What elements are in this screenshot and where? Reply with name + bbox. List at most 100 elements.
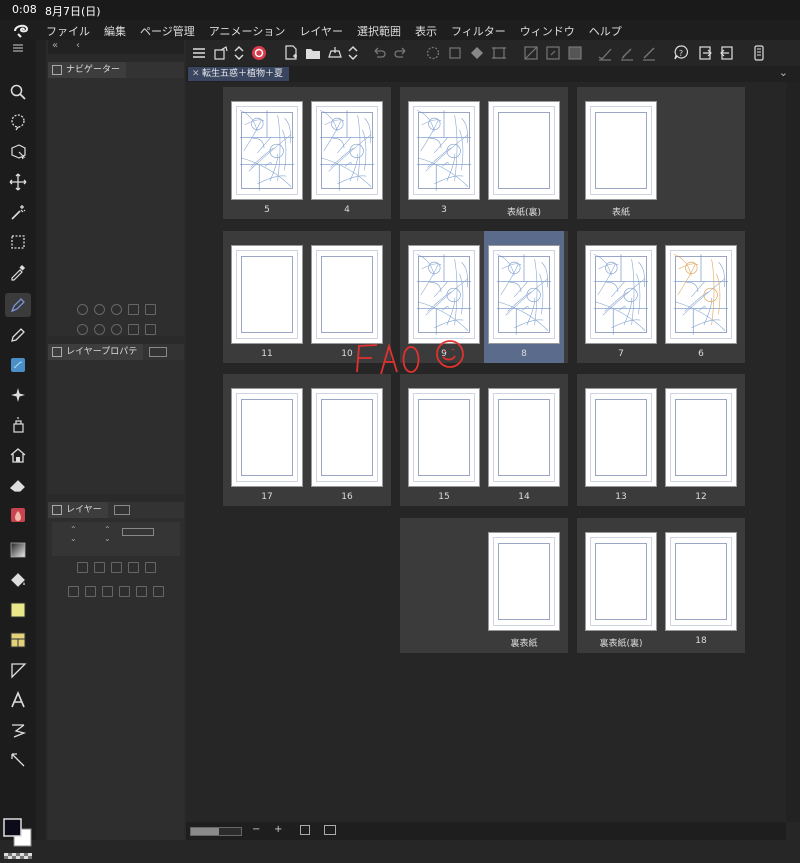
page-spread[interactable]: 17 16 [223, 374, 391, 506]
brush-pen-icon[interactable] [618, 44, 636, 62]
page-thumbnail[interactable] [408, 245, 480, 344]
help-icon[interactable]: ? [672, 44, 690, 62]
menu-item-4[interactable]: レイヤー [299, 23, 343, 39]
chevron-left-icon[interactable]: ‹ [76, 40, 80, 51]
import-icon[interactable] [718, 44, 736, 62]
flip-vertical-icon[interactable] [144, 323, 156, 335]
menu-item-5[interactable]: 選択範囲 [357, 23, 401, 39]
fill-selection-icon[interactable] [468, 44, 486, 62]
page-spread[interactable]: 76 [577, 231, 745, 363]
watercolor-icon[interactable] [5, 353, 31, 377]
navigator-tab[interactable]: ナビゲーター [48, 62, 127, 78]
page-spread[interactable]: 裏表紙 [400, 518, 568, 653]
layer-panel-header[interactable]: レイヤー [48, 502, 184, 518]
history-icon[interactable] [113, 505, 130, 515]
menu-item-7[interactable]: フィルター [451, 23, 506, 39]
rotate-left-icon[interactable] [76, 323, 88, 335]
chevron-updown-icon[interactable] [230, 44, 248, 62]
angle-pen-icon[interactable] [640, 44, 658, 62]
rotate-reset-icon[interactable] [110, 323, 122, 335]
opacity-stepper[interactable]: ⌃ ⌄ [104, 525, 111, 543]
page-view-icon[interactable] [324, 825, 336, 835]
blend-icon[interactable] [5, 503, 31, 527]
page-thumbnail[interactable] [231, 388, 303, 487]
layer-property-tab[interactable]: レイヤープロパテ [48, 344, 144, 360]
line-correction-icon[interactable] [5, 748, 31, 772]
search-icon[interactable] [5, 80, 31, 104]
balloon-icon[interactable] [5, 718, 31, 742]
new-document-icon[interactable] [282, 44, 300, 62]
page-thumbnail[interactable] [311, 388, 383, 487]
fit-icon[interactable] [127, 303, 139, 315]
panel-collapse-bar[interactable]: « ‹ [48, 40, 184, 54]
menu-item-2[interactable]: ページ管理 [140, 23, 195, 39]
menu-item-1[interactable]: 編集 [104, 23, 126, 39]
menu-item-0[interactable]: ファイル [46, 23, 90, 39]
gradient-icon[interactable] [5, 538, 31, 562]
page-spread[interactable]: 裏表紙(裏) 18 [577, 518, 745, 653]
layer-tab[interactable]: レイヤー [48, 502, 108, 518]
magic-wand-icon[interactable] [5, 200, 31, 224]
menu-item-9[interactable]: ヘルプ [589, 23, 622, 39]
trash-icon[interactable] [153, 585, 164, 597]
airbrush-icon[interactable] [5, 413, 31, 437]
page-thumbnail[interactable] [665, 532, 737, 631]
page-thumbnail[interactable] [231, 101, 303, 200]
open-tool-icon[interactable] [212, 44, 230, 62]
decoration-icon[interactable] [5, 443, 31, 467]
page-thumbnail[interactable] [665, 388, 737, 487]
move-icon[interactable] [5, 170, 31, 194]
object-select-icon[interactable] [5, 140, 31, 164]
zoom-in-button[interactable]: + [274, 824, 282, 835]
page-thumbnail[interactable] [408, 388, 480, 487]
menu-item-8[interactable]: ウィンドウ [520, 23, 575, 39]
export-icon[interactable] [696, 44, 714, 62]
duplicate-icon[interactable] [119, 585, 130, 597]
lasso-icon[interactable] [5, 110, 31, 134]
page-thumbnail[interactable] [585, 245, 657, 344]
zoom-reset-icon[interactable] [110, 303, 122, 315]
lock-icon[interactable] [110, 561, 122, 573]
new-folder-icon[interactable] [85, 585, 96, 597]
rotate-right-icon[interactable] [93, 323, 105, 335]
page-spread[interactable]: 3 表紙(裏) [400, 87, 568, 219]
menu-item-6[interactable]: 表示 [415, 23, 437, 39]
page-thumbnail[interactable] [585, 532, 657, 631]
sparkle-icon[interactable] [5, 383, 31, 407]
hamburger-icon[interactable] [190, 44, 208, 62]
figure-icon[interactable] [5, 598, 31, 622]
check-pen-icon[interactable] [596, 44, 614, 62]
flip-horizontal-icon[interactable] [127, 323, 139, 335]
reference-icon[interactable] [93, 561, 105, 573]
page-thumbnail[interactable] [408, 101, 480, 200]
blend-mode-stepper[interactable]: ⌃ ⌄ [70, 525, 77, 543]
page-thumbnail[interactable] [665, 245, 737, 344]
layer-property-panel-header[interactable]: レイヤープロパテ [48, 344, 184, 360]
page-thumbnail[interactable] [585, 388, 657, 487]
zoom-in-icon[interactable] [93, 303, 105, 315]
page-thumbnail[interactable] [311, 101, 383, 200]
page-spread[interactable]: 表紙 [577, 87, 745, 219]
logo-icon[interactable] [12, 22, 32, 38]
ruler-icon[interactable] [5, 658, 31, 682]
chevron-updown-icon-2[interactable] [344, 44, 362, 62]
page-spread[interactable]: 13 12 [577, 374, 745, 506]
vertical-scrollbar[interactable] [786, 82, 800, 822]
invert-selection-icon[interactable] [544, 44, 562, 62]
fill-screen-icon[interactable] [144, 303, 156, 315]
zoom-out-button[interactable]: − [252, 824, 260, 835]
close-icon[interactable]: ✕ [192, 67, 200, 81]
new-layer-icon[interactable] [68, 585, 79, 597]
chevron-down-icon[interactable]: ⌄ [779, 66, 788, 79]
app-logo-icon[interactable] [250, 44, 268, 62]
smartphone-icon[interactable] [750, 44, 768, 62]
redo-icon[interactable] [392, 44, 410, 62]
loading-icon[interactable] [424, 44, 442, 62]
undo-icon[interactable] [370, 44, 388, 62]
clear-icon[interactable] [446, 44, 464, 62]
eraser-icon[interactable] [5, 473, 31, 497]
pencil-icon[interactable] [5, 323, 31, 347]
marquee-icon[interactable] [5, 230, 31, 254]
deselect-icon[interactable] [522, 44, 540, 62]
pen-icon[interactable] [5, 293, 31, 317]
